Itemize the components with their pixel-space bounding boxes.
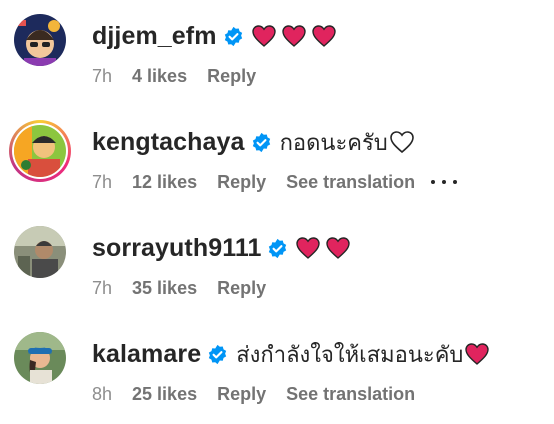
avatar-icon bbox=[14, 226, 66, 278]
reply-button[interactable]: Reply bbox=[217, 384, 266, 405]
verified-badge-icon bbox=[251, 132, 272, 153]
username[interactable]: kengtachaya bbox=[92, 128, 245, 157]
red-heart-icon bbox=[296, 237, 321, 259]
likes-count[interactable]: 12 likes bbox=[132, 172, 197, 193]
comment-item: djjem_efm 7h 4 likes Reply bbox=[0, 0, 554, 106]
reply-button[interactable]: Reply bbox=[217, 278, 266, 299]
comment-text: กอดนะครับ bbox=[280, 125, 414, 160]
red-heart-icon bbox=[251, 25, 276, 47]
comment-time[interactable]: 7h bbox=[92, 66, 112, 87]
white-heart-icon bbox=[389, 131, 414, 153]
verified-badge-icon bbox=[207, 344, 228, 365]
avatar-icon bbox=[14, 125, 66, 177]
comment-time[interactable]: 7h bbox=[92, 172, 112, 193]
username[interactable]: kalamare bbox=[92, 340, 201, 369]
avatar[interactable] bbox=[14, 226, 66, 278]
reply-button[interactable]: Reply bbox=[217, 172, 266, 193]
comment-text: ส่งกำลังใจให้เสมอนะคับ bbox=[236, 337, 490, 372]
see-translation-button[interactable]: See translation bbox=[286, 384, 415, 405]
avatar[interactable] bbox=[14, 14, 66, 66]
avatar-icon bbox=[14, 332, 66, 384]
avatar[interactable] bbox=[14, 332, 66, 384]
likes-count[interactable]: 4 likes bbox=[132, 66, 187, 87]
avatar-icon bbox=[14, 14, 66, 66]
verified-badge-icon bbox=[223, 26, 244, 47]
avatar[interactable] bbox=[9, 120, 71, 182]
comment-time[interactable]: 7h bbox=[92, 278, 112, 299]
verified-badge-icon bbox=[267, 238, 288, 259]
red-heart-icon bbox=[281, 25, 306, 47]
comment-text-content: กอดนะครับ bbox=[279, 129, 388, 155]
likes-count[interactable]: 35 likes bbox=[132, 278, 197, 299]
red-heart-icon bbox=[311, 25, 336, 47]
comment-time[interactable]: 8h bbox=[92, 384, 112, 405]
red-heart-icon bbox=[326, 237, 351, 259]
comment-item: kengtachaya กอดนะครับ 7h 12 likes Reply … bbox=[0, 106, 554, 212]
red-heart-icon bbox=[465, 343, 490, 365]
more-options-icon[interactable] bbox=[431, 172, 458, 192]
reply-button[interactable]: Reply bbox=[207, 66, 256, 87]
username[interactable]: djjem_efm bbox=[92, 22, 217, 51]
comment-text-content: ส่งกำลังใจให้เสมอนะคับ bbox=[236, 341, 464, 367]
username[interactable]: sorrayuth9111 bbox=[92, 234, 261, 263]
comment-item: sorrayuth9111 7h 35 likes Reply bbox=[0, 212, 554, 318]
see-translation-button[interactable]: See translation bbox=[286, 172, 415, 193]
comment-item: kalamare ส่งกำลังใจให้เสมอนะคับ 8h 25 li… bbox=[0, 318, 554, 424]
likes-count[interactable]: 25 likes bbox=[132, 384, 197, 405]
